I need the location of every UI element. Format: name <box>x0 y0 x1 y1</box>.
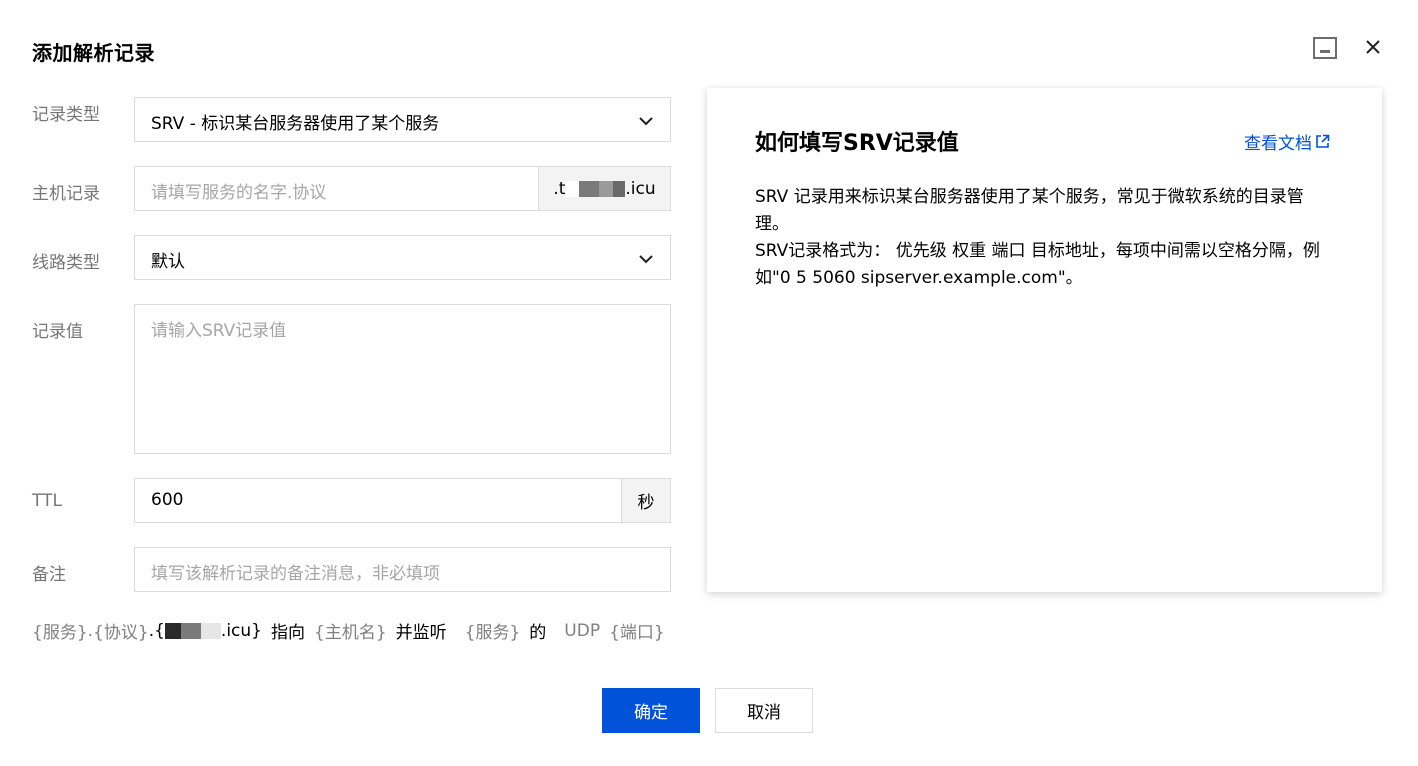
line-type-value: 默认 <box>151 252 185 272</box>
record-value-placeholder: 请输入SRV记录值 <box>151 321 287 341</box>
help-body: SRV 记录用来标识某台服务器使用了某个服务，常见于微软系统的目录管理。 SRV… <box>755 184 1335 292</box>
preview-service: {服务} <box>32 623 88 643</box>
domain-suffix-prefix: .t <box>553 178 566 199</box>
redaction-mask <box>613 180 626 197</box>
record-value-textarea[interactable]: 请输入SRV记录值 <box>134 304 671 454</box>
preview-hostname: {主机名} <box>314 623 387 643</box>
domain-suffix-tld: .icu <box>625 178 656 199</box>
line-type-label: 线路类型 <box>32 253 100 273</box>
preview-port: {端口} <box>609 623 665 643</box>
help-paragraph: SRV记录格式为： 优先级 权重 端口 目标地址，每项中间需以空格分隔，例如"0… <box>755 241 1320 288</box>
redaction-mask <box>565 180 580 197</box>
record-value-label: 记录值 <box>32 322 83 342</box>
preview-and-listen: 并监听 <box>395 623 447 643</box>
preview-service2: {服务} <box>464 623 521 643</box>
ttl-unit: 秒 <box>621 479 670 522</box>
ttl-input[interactable]: 600 秒 <box>134 478 671 523</box>
preview-domain-open: .{ <box>148 620 165 641</box>
record-type-select[interactable]: SRV - 标识某台服务器使用了某个服务 <box>134 97 671 142</box>
redaction-mask <box>599 180 614 197</box>
record-type-label: 记录类型 <box>32 105 100 125</box>
host-placeholder: 请填写服务的名字.协议 <box>151 183 327 203</box>
redaction-mask <box>579 180 600 197</box>
remark-placeholder: 填写该解析记录的备注消息，非必填项 <box>151 564 440 584</box>
preview-udp: UDP <box>564 620 601 641</box>
line-type-select[interactable]: 默认 <box>134 235 671 280</box>
minimize-icon-bar <box>1320 50 1330 53</box>
ttl-value: 600 <box>151 490 184 510</box>
chevron-down-icon <box>638 113 654 127</box>
cancel-button[interactable]: 取消 <box>715 688 813 733</box>
external-link-icon <box>1316 134 1330 148</box>
view-docs-label: 查看文档 <box>1244 134 1312 154</box>
host-input[interactable]: 请填写服务的名字.协议 .t .icu <box>134 166 671 211</box>
preview-points-to: 指向 <box>271 623 305 643</box>
confirm-button[interactable]: 确定 <box>602 688 700 733</box>
help-panel: 如何填写SRV记录值 查看文档 SRV 记录用来标识某台服务器使用了某个服务，常… <box>707 88 1382 592</box>
minimize-icon[interactable] <box>1313 37 1337 59</box>
host-label: 主机记录 <box>32 184 100 204</box>
preview-domain-tail: .icu} <box>220 620 262 641</box>
host-domain-suffix: .t .icu <box>538 167 670 210</box>
preview-protocol: {协议} <box>93 623 149 643</box>
help-paragraph: SRV 记录用来标识某台服务器使用了某个服务，常见于微软系统的目录管理。 <box>755 187 1304 234</box>
view-docs-link[interactable]: 查看文档 <box>1244 129 1330 154</box>
remark-input[interactable]: 填写该解析记录的备注消息，非必填项 <box>134 547 671 592</box>
redaction-mask <box>164 622 181 639</box>
remark-label: 备注 <box>32 565 66 585</box>
close-icon-glyph <box>1366 40 1380 54</box>
close-icon[interactable] <box>1360 34 1386 60</box>
help-title: 如何填写SRV记录值 <box>755 131 959 156</box>
redaction-mask <box>200 622 221 639</box>
record-type-value: SRV - 标识某台服务器使用了某个服务 <box>151 114 440 134</box>
dialog-title: 添加解析记录 <box>32 41 155 65</box>
redaction-mask <box>180 622 201 639</box>
preview-of: 的 <box>529 623 547 643</box>
chevron-down-icon <box>638 251 654 265</box>
ttl-label: TTL <box>32 491 62 511</box>
record-preview: {服务} . {协议} .{ .icu} 指向 {主机名} 并监听 {服务} 的… <box>32 618 665 644</box>
